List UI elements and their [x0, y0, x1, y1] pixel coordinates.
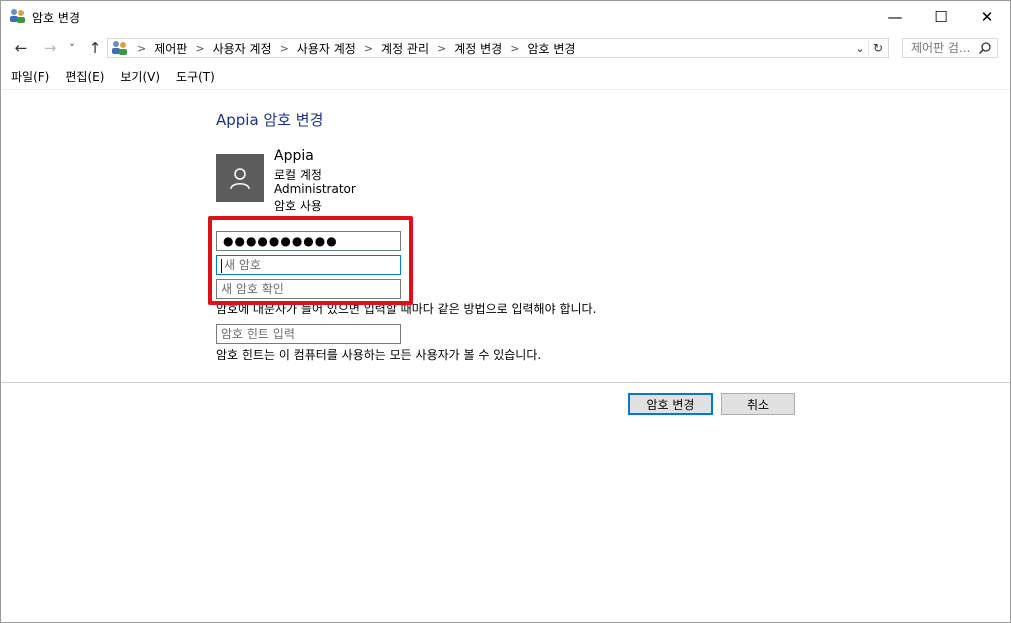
password-status: 암호 사용 [274, 199, 322, 213]
search-input[interactable]: 제어판 검... [902, 38, 998, 58]
user-silhouette-icon [230, 168, 250, 190]
change-password-button[interactable]: 암호 변경 [628, 393, 713, 415]
page-title: Appia 암호 변경 [216, 111, 324, 129]
search-placeholder: 제어판 검... [911, 41, 971, 55]
refresh-icon[interactable]: ↻ [868, 40, 887, 56]
chevron-down-icon[interactable]: ⌄ [852, 40, 868, 56]
user-name: Appia [274, 148, 314, 164]
change-password-window: 암호 변경 — ☐ ✕ ← → ˅ ↑ > 제어판 > 사용자 계정 > 사용자… [0, 0, 1011, 623]
annotation-highlight [208, 216, 413, 305]
window-title: 암호 변경 [32, 11, 80, 25]
search-icon[interactable] [978, 41, 992, 55]
menu-tools[interactable]: 도구(T) [170, 67, 221, 87]
address-bar[interactable]: > 제어판 > 사용자 계정 > 사용자 계정 > 계정 관리 > 계정 변경 … [107, 38, 889, 58]
menu-file[interactable]: 파일(F) [1, 67, 55, 87]
breadcrumb-item[interactable]: 계정 변경 [454, 40, 502, 57]
hint-visibility-note: 암호 힌트는 이 컴퓨터를 사용하는 모든 사용자가 볼 수 있습니다. [216, 348, 542, 362]
breadcrumb-item[interactable]: 사용자 계정 [213, 40, 272, 57]
divider [1, 382, 1010, 383]
account-type: 로컬 계정 [274, 168, 322, 182]
breadcrumb-current[interactable]: 암호 변경 [527, 40, 575, 57]
main-content: Appia 암호 변경 Appia 로컬 계정 Administrator 암호… [1, 89, 1010, 623]
menu-view[interactable]: 보기(V) [114, 67, 166, 87]
password-hint-field[interactable]: 암호 힌트 입력 [216, 324, 401, 344]
password-hint-placeholder: 암호 힌트 입력 [221, 327, 295, 341]
account-role: Administrator [274, 182, 356, 196]
recent-locations-button[interactable]: ˅ [65, 38, 79, 58]
avatar [216, 154, 264, 202]
navigation-bar: ← → ˅ ↑ > 제어판 > 사용자 계정 > 사용자 계정 > 계정 관리 … [1, 34, 1010, 62]
breadcrumb-item[interactable]: 사용자 계정 [297, 40, 356, 57]
breadcrumb-item[interactable]: 계정 관리 [381, 40, 429, 57]
breadcrumb: > 제어판 > 사용자 계정 > 사용자 계정 > 계정 관리 > 계정 변경 … [137, 40, 576, 57]
close-button[interactable]: ✕ [964, 1, 1010, 32]
title-bar[interactable]: 암호 변경 — ☐ ✕ [1, 1, 1010, 32]
menu-bar: 파일(F) 편집(E) 보기(V) 도구(T) [1, 67, 1010, 87]
cancel-button[interactable]: 취소 [721, 393, 795, 415]
minimize-button[interactable]: — [872, 1, 918, 32]
back-button[interactable]: ← [11, 38, 31, 58]
users-icon [9, 8, 26, 24]
maximize-button[interactable]: ☐ [918, 1, 964, 32]
breadcrumb-item[interactable]: 제어판 [154, 40, 187, 57]
users-icon [111, 40, 129, 56]
forward-button[interactable]: → [40, 38, 60, 58]
menu-edit[interactable]: 편집(E) [59, 67, 110, 87]
up-button[interactable]: ↑ [85, 38, 105, 58]
